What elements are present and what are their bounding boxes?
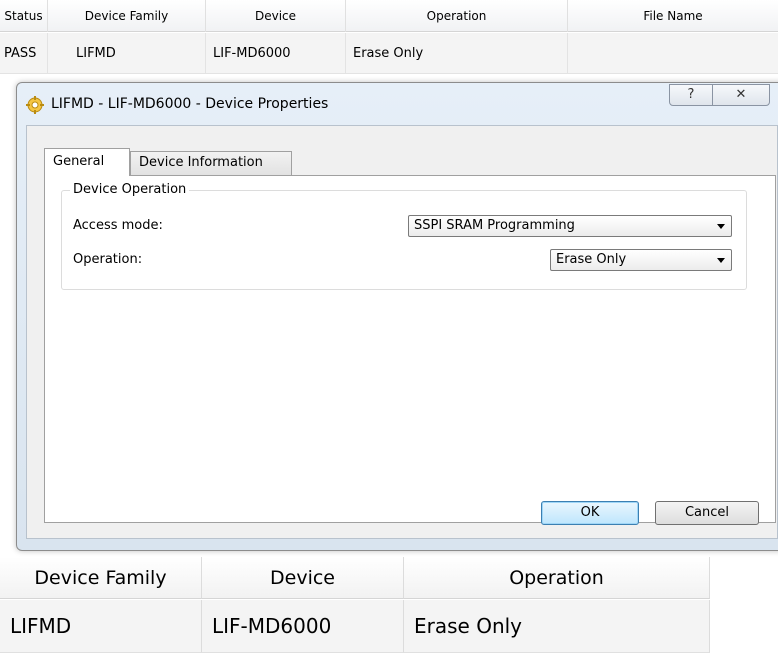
cell-status: PASS [0,33,48,74]
header-operation[interactable]: Operation [346,0,568,32]
close-button[interactable]: ✕ [712,84,770,106]
header-device[interactable]: Device [206,0,346,32]
table-header: Status Device Family Device Operation Fi… [0,0,778,32]
chevron-down-icon [717,224,725,229]
header-operation[interactable]: Operation [404,557,710,599]
access-mode-value: SSPI SRAM Programming [414,218,575,233]
cell-operation: Erase Only [404,600,710,653]
tab-panel-general: Device Operation Access mode: SSPI SRAM … [44,175,776,523]
group-title: Device Operation [70,182,190,198]
device-properties-icon [25,95,45,115]
tab-general[interactable]: General [44,148,130,176]
cell-operation: Erase Only [346,33,568,74]
header-device[interactable]: Device [202,557,404,599]
cell-file-name [568,33,778,74]
header-status[interactable]: Status [0,0,48,32]
operation-value: Erase Only [556,252,627,267]
cancel-button[interactable]: Cancel [655,501,759,525]
header-device-family[interactable]: Device Family [48,0,206,32]
close-icon: ✕ [735,87,747,102]
cell-device-family: LIFMD [48,33,206,74]
device-operation-group: Device Operation Access mode: SSPI SRAM … [61,182,747,290]
cell-device: LIF-MD6000 [206,33,346,74]
dialog-title: LIFMD - LIF-MD6000 - Device Properties [51,96,329,112]
dialog-body: General Device Information Device Operat… [26,125,778,539]
help-icon: ? [687,87,695,102]
header-device-family[interactable]: Device Family [0,557,202,599]
tab-device-information[interactable]: Device Information [130,151,292,175]
chevron-down-icon [717,258,725,263]
device-properties-dialog: LIFMD - LIF-MD6000 - Device Properties ?… [16,82,778,551]
device-table: Status Device Family Device Operation Fi… [0,0,778,75]
operation-select[interactable]: Erase Only [550,249,732,271]
cell-device-family: LIFMD [0,600,202,653]
access-mode-label: Access mode: [73,218,163,233]
zoomed-device-table: Device Family Device Operation LIFMD LIF… [0,557,778,653]
ok-button[interactable]: OK [541,501,639,525]
operation-label: Operation: [73,252,143,267]
table-row[interactable]: PASS LIFMD LIF-MD6000 Erase Only [0,33,778,74]
header-file-name[interactable]: File Name [568,0,778,32]
cell-device: LIF-MD6000 [202,600,404,653]
help-button[interactable]: ? [669,84,713,106]
access-mode-select[interactable]: SSPI SRAM Programming [408,215,732,237]
